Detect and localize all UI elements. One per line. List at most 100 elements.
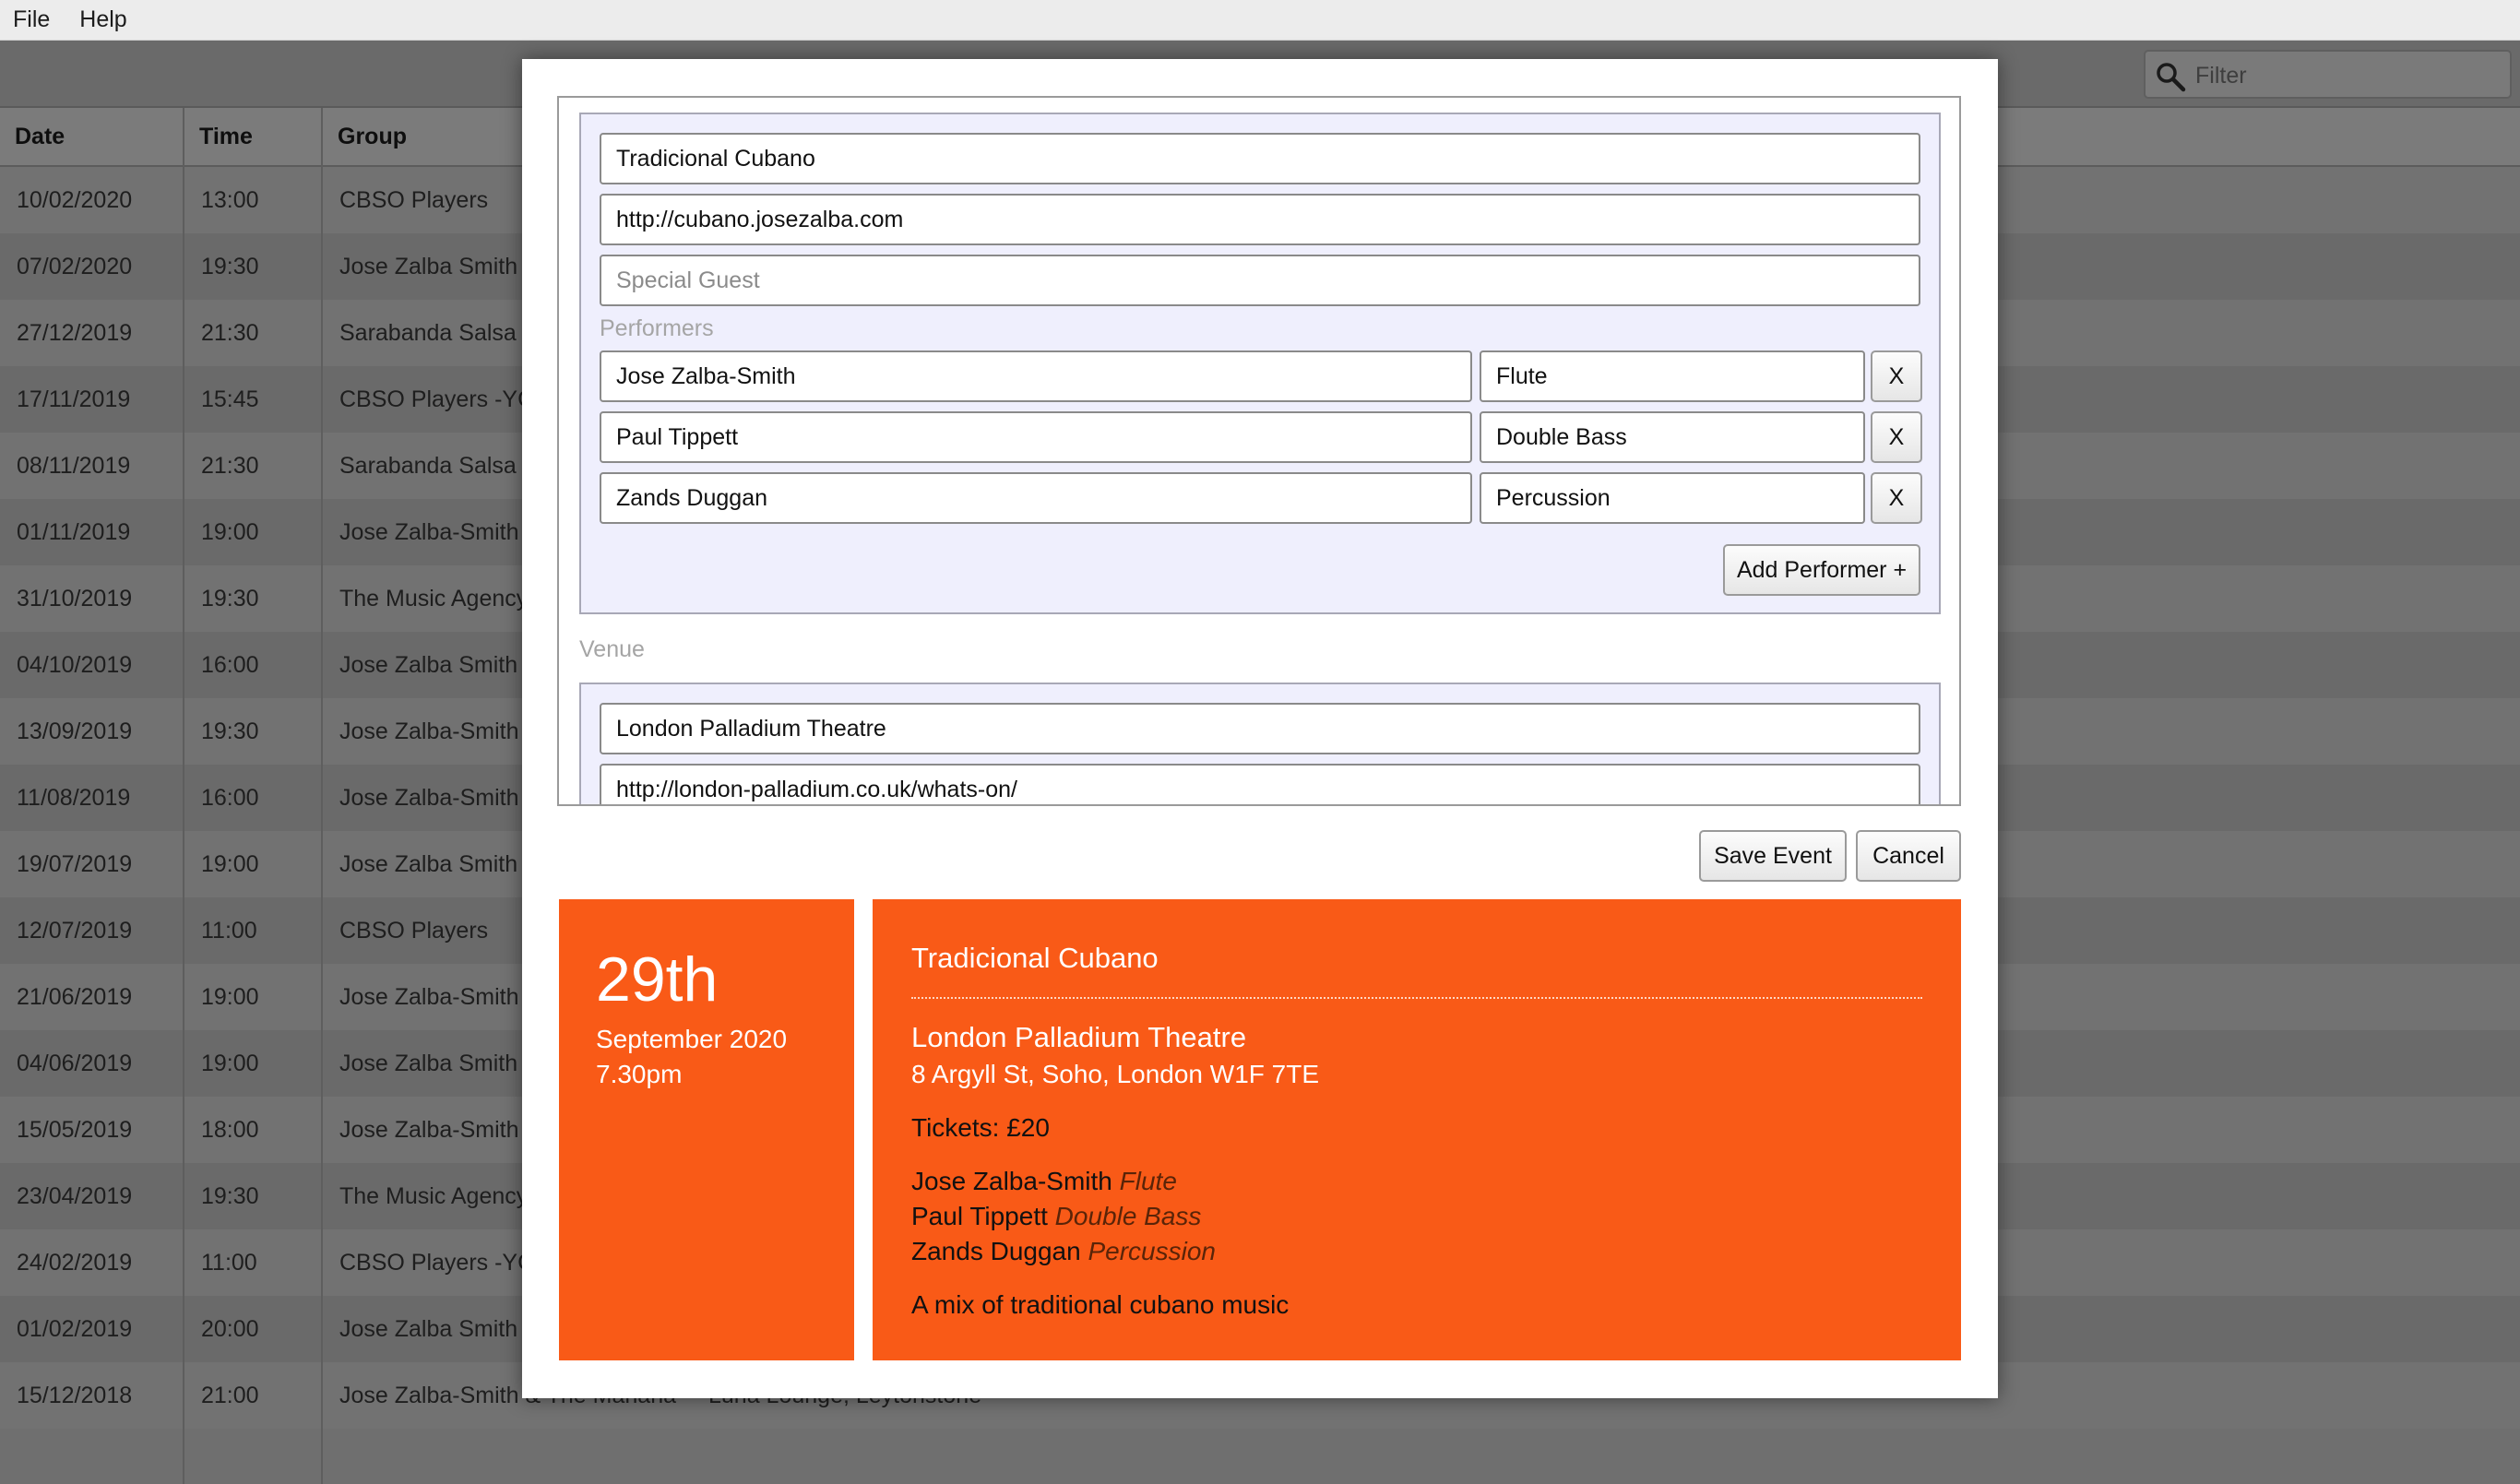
cancel-button[interactable]: Cancel <box>1856 830 1961 882</box>
preview-tickets: Tickets: £20 <box>911 1113 1050 1142</box>
cell-time: 20:00 <box>201 1316 259 1342</box>
cell-date: 04/06/2019 <box>17 1051 133 1076</box>
column-divider <box>321 108 323 1484</box>
venue-url-input[interactable] <box>600 764 1920 804</box>
add-performer-button[interactable]: Add Performer + <box>1723 544 1920 596</box>
cell-group: Jose Zalba Smith <box>339 254 518 279</box>
cell-group: Jose Zalba-Smith <box>339 1117 519 1143</box>
cell-group: Sarabanda Salsa <box>339 453 517 479</box>
menu-bar: File Help <box>0 0 2520 41</box>
preview-performer-name: Paul Tippett <box>911 1202 1048 1230</box>
cell-group: CBSO Players <box>339 918 489 944</box>
cell-date: 21/06/2019 <box>17 984 133 1010</box>
menu-file[interactable]: File <box>13 6 50 33</box>
remove-performer-button[interactable]: X <box>1871 350 1922 402</box>
preview-date-card: 29th September 2020 7.30pm <box>559 899 854 1360</box>
cell-date: 17/11/2019 <box>17 386 131 412</box>
preview-performer: Jose Zalba-Smith Flute <box>911 1167 1177 1196</box>
cell-date: 23/04/2019 <box>17 1183 133 1209</box>
menu-help[interactable]: Help <box>79 6 126 33</box>
cell-date: 15/12/2018 <box>17 1383 133 1408</box>
search-icon <box>2157 63 2186 92</box>
cell-group: Jose Zalba Smith <box>339 851 518 877</box>
cell-date: 19/07/2019 <box>17 851 133 877</box>
performer-instrument-input[interactable] <box>1480 411 1865 463</box>
column-divider <box>183 108 184 1484</box>
cell-time: 21:30 <box>201 453 259 479</box>
preview-performer-name: Zands Duggan <box>911 1237 1081 1265</box>
column-header-time[interactable]: Time <box>199 108 253 165</box>
performer-name-input[interactable] <box>600 472 1472 524</box>
remove-performer-button[interactable]: X <box>1871 472 1922 524</box>
preview-performer-instrument: Double Bass <box>1054 1202 1202 1230</box>
cell-group: Jose Zalba Smith <box>339 1316 518 1342</box>
cell-time: 19:00 <box>201 984 259 1010</box>
cell-date: 01/11/2019 <box>17 519 131 545</box>
preview-performer-instrument: Percussion <box>1088 1237 1216 1265</box>
preview-performer-instrument: Flute <box>1119 1167 1177 1195</box>
cell-group: Jose Zalba Smith <box>339 1051 518 1076</box>
column-header-group[interactable]: Group <box>338 108 407 165</box>
cell-group: Jose Zalba Smith <box>339 652 518 678</box>
cell-time: 18:00 <box>201 1117 259 1143</box>
venue-label: Venue <box>579 636 645 662</box>
cell-group: Sarabanda Salsa <box>339 320 517 346</box>
filter-box[interactable] <box>2144 50 2512 99</box>
column-header-date[interactable]: Date <box>15 108 65 165</box>
cell-time: 19:30 <box>201 718 259 744</box>
preview-venue-address: 8 Argyll St, Soho, London W1F 7TE <box>911 1060 1320 1088</box>
cell-time: 16:00 <box>201 652 259 678</box>
cell-group: CBSO Players -YC <box>339 386 535 412</box>
preview-venue-name: London Palladium Theatre <box>911 1021 1247 1053</box>
cell-group: Jose Zalba-Smith <box>339 785 519 811</box>
group-url-input[interactable] <box>600 194 1920 245</box>
cell-time: 19:30 <box>201 1183 259 1209</box>
cell-time: 11:00 <box>201 918 257 944</box>
cell-group: CBSO Players -YC <box>339 1250 535 1276</box>
cell-time: 19:30 <box>201 586 259 611</box>
cell-date: 24/02/2019 <box>17 1250 133 1276</box>
cell-time: 21:30 <box>201 320 259 346</box>
filter-input[interactable] <box>2193 57 2502 94</box>
cell-date: 07/02/2020 <box>17 254 133 279</box>
preview-divider <box>911 997 1922 999</box>
performer-instrument-input[interactable] <box>1480 350 1865 402</box>
venue-name-input[interactable] <box>600 703 1920 754</box>
preview-details-card: Tradicional Cubano London Palladium Thea… <box>873 899 1961 1360</box>
cell-time: 19:00 <box>201 1051 259 1076</box>
edit-event-dialog: Performers X X X Add Performer + Venue <box>522 59 1998 1398</box>
cell-date: 01/02/2019 <box>17 1316 133 1342</box>
preview-day: 29th <box>596 944 719 1015</box>
cell-date: 31/10/2019 <box>17 586 133 611</box>
cell-group: The Music Agency <box>339 1183 529 1209</box>
special-guest-input[interactable] <box>600 255 1920 306</box>
cell-date: 08/11/2019 <box>17 453 131 479</box>
cell-group: Jose Zalba-Smith <box>339 984 519 1010</box>
preview-group-title: Tradicional Cubano <box>911 942 1159 974</box>
cell-date: 13/09/2019 <box>17 718 133 744</box>
cell-date: 15/05/2019 <box>17 1117 133 1143</box>
cell-date: 12/07/2019 <box>17 918 133 944</box>
group-panel: Performers X X X Add Performer + <box>579 113 1941 614</box>
preview-time: 7.30pm <box>596 1060 683 1088</box>
performer-instrument-input[interactable] <box>1480 472 1865 524</box>
cell-date: 10/02/2020 <box>17 187 133 213</box>
performers-label: Performers <box>600 315 714 341</box>
remove-performer-button[interactable]: X <box>1871 411 1922 463</box>
preview-description: A mix of traditional cubano music <box>911 1290 1290 1319</box>
group-name-input[interactable] <box>600 133 1920 184</box>
cell-time: 16:00 <box>201 785 259 811</box>
preview-performer: Paul Tippett Double Bass <box>911 1202 1201 1231</box>
performer-name-input[interactable] <box>600 350 1472 402</box>
preview-performer: Zands Duggan Percussion <box>911 1237 1216 1266</box>
preview-performer-name: Jose Zalba-Smith <box>911 1167 1112 1195</box>
cell-group: The Music Agency <box>339 586 529 611</box>
save-event-button[interactable]: Save Event <box>1699 830 1847 882</box>
cell-time: 11:00 <box>201 1250 257 1276</box>
event-form-scroll-area[interactable]: Performers X X X Add Performer + Venue <box>557 96 1961 806</box>
cell-time: 21:00 <box>201 1383 259 1408</box>
cell-time: 19:00 <box>201 519 259 545</box>
performer-name-input[interactable] <box>600 411 1472 463</box>
cell-time: 19:00 <box>201 851 259 877</box>
venue-panel <box>579 683 1941 804</box>
